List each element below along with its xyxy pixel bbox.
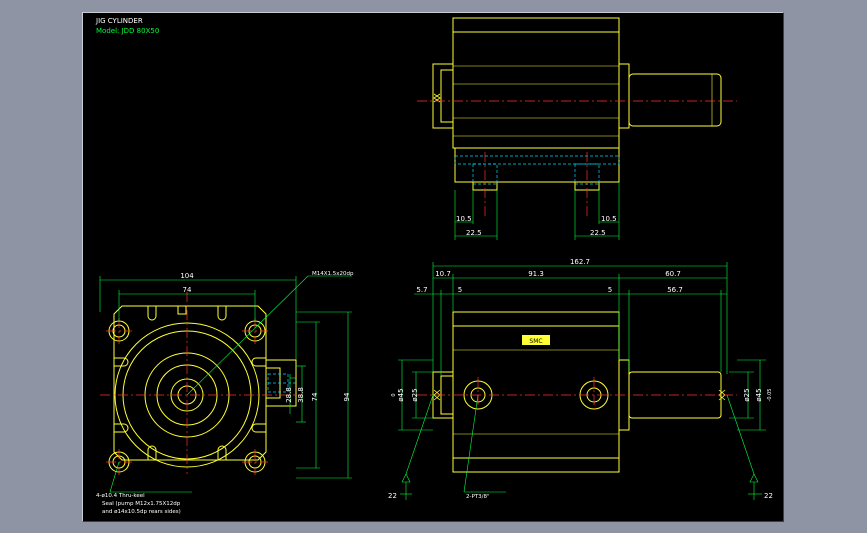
nameplate-text: SMC <box>529 338 542 345</box>
dim-top-c: 10.5 <box>601 215 617 223</box>
side-view <box>432 311 726 473</box>
dim-side-s3: 5 <box>608 286 612 294</box>
hole-callout-1: 4-ø10.4 Thru-keel <box>96 493 145 499</box>
dim-side-dia-right-2: ø45 <box>755 388 763 401</box>
dim-side-dia-left-1: ø45 <box>397 388 405 401</box>
dim-top-b: 22.5 <box>466 229 482 237</box>
dim-front-height: 94 <box>343 392 351 401</box>
dim-side-s4: 56.7 <box>667 286 683 294</box>
dim-front-width: 104 <box>180 272 194 280</box>
dim-front-inner-height: 74 <box>311 392 319 401</box>
dim-side-s2: 5 <box>458 286 462 294</box>
dim-side-overall: 162.7 <box>570 258 590 266</box>
port-callout: 2-PT3/8" <box>466 494 490 500</box>
dim-side-flat-right: 22 <box>764 492 773 500</box>
dim-front-bolt-spacing: 74 <box>183 286 192 294</box>
dim-side-dia-left-2: ø25 <box>411 388 419 401</box>
drawing-title: JIG CYLINDER <box>95 17 143 25</box>
side-view-centerlines <box>417 377 737 413</box>
dim-front-d1: 38.8 <box>297 387 305 403</box>
dim-top-d: 22.5 <box>590 229 606 237</box>
hole-callout-3: and ø14x10.5dp rears sides) <box>102 509 181 515</box>
drawing-model: Model: JDD 80X50 <box>96 27 159 35</box>
top-view-hidden-lines <box>454 155 620 185</box>
dim-side-s1: 5.7 <box>416 286 427 294</box>
dim-top-a: 10.5 <box>456 215 472 223</box>
dim-side-middle: 91.3 <box>528 270 544 278</box>
dim-side-flat-left: 22 <box>388 492 397 500</box>
top-body-outline <box>452 17 620 149</box>
cad-drawing-canvas[interactable]: JIG CYLINDER Model: JDD 80X50 10.5 22.5 … <box>82 12 782 520</box>
dim-side-tol-left: 0 <box>391 393 397 396</box>
dim-side-left: 10.7 <box>435 270 451 278</box>
dim-front-d2: 28.8 <box>285 387 293 403</box>
hole-callout-2: Seal (pump M12x1.75X12dp <box>102 501 181 507</box>
dim-side-right: 60.7 <box>665 270 681 278</box>
thread-callout: M14X1.5x20dp <box>312 271 354 277</box>
front-view-centerlines <box>100 292 302 475</box>
dim-side-tol-right: -0.05 <box>767 389 773 402</box>
top-view-centerlines <box>417 100 737 218</box>
dim-side-dia-right-1: ø25 <box>743 388 751 401</box>
